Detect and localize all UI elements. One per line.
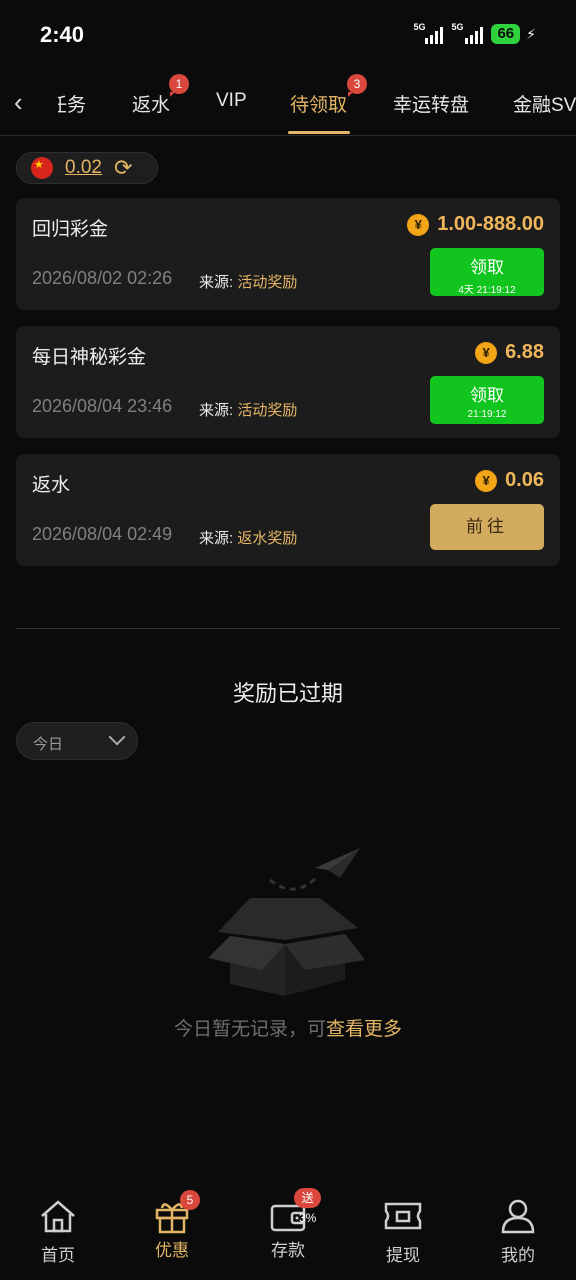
tab-lucky-wheel[interactable]: 幸运转盘 <box>393 90 469 117</box>
reward-card: 返水 ¥ 0.06 2026/08/04 02:49 来源: 返水奖励 前往 <box>16 454 560 566</box>
balance-pill: 0.02 ⟳ <box>16 152 158 184</box>
reward-date: 2026/08/04 23:46 <box>32 396 173 416</box>
expired-section-title: 奖励已过期 <box>232 681 343 706</box>
tab-rebate[interactable]: 返水 <box>132 90 170 117</box>
view-more-link[interactable]: 查看更多 <box>326 1019 402 1040</box>
claim-countdown: 21:19:12 <box>467 409 507 420</box>
home-icon <box>41 1200 75 1233</box>
tab-pending-badge: 3 <box>347 74 367 97</box>
nav-withdraw[interactable]: 提现 <box>353 1198 453 1266</box>
section-divider <box>16 628 560 629</box>
reward-title: 每日神秘彩金 <box>32 347 147 368</box>
signal-icon: 5G <box>413 22 445 44</box>
reward-title: 回归彩金 <box>32 219 109 240</box>
charging-icon: ⚡ <box>526 25 536 42</box>
withdraw-icon <box>384 1202 422 1230</box>
claim-button[interactable]: 领取 4天 21:19:12 <box>430 248 544 296</box>
promotions-badge: 5 <box>180 1190 200 1210</box>
reward-card: 回归彩金 ¥ 1.00-888.00 2026/08/02 02:26 来源: … <box>16 198 560 310</box>
user-icon <box>501 1199 535 1234</box>
go-button[interactable]: 前往 <box>430 504 544 550</box>
empty-box-illustration <box>208 848 365 996</box>
nav-promotions[interactable]: 5 优惠 <box>122 1190 222 1261</box>
nav-profile[interactable]: 我的 <box>468 1198 568 1266</box>
yen-coin-icon: ¥ <box>475 469 498 492</box>
reward-source: 来源: 返水奖励 <box>199 530 298 547</box>
reward-amount: ¥ 6.88 <box>475 341 544 364</box>
date-filter-dropdown[interactable]: 今日 <box>16 722 138 760</box>
empty-state-text: 今日暂无记录，可查看更多 <box>173 1019 403 1040</box>
signal-icon: 5G <box>451 22 485 44</box>
tab-finance[interactable]: 金融SV <box>513 90 576 117</box>
chevron-down-icon <box>108 728 126 746</box>
nav-deposit[interactable]: 送3% 存款 <box>238 1188 338 1261</box>
reward-title: 返水 <box>32 475 71 496</box>
status-time: 2:40 <box>40 22 85 47</box>
yen-coin-icon: ¥ <box>475 341 498 364</box>
reward-card: 每日神秘彩金 ¥ 6.88 2026/08/04 23:46 来源: 活动奖励 … <box>16 326 560 438</box>
tab-rebate-badge: 1 <box>169 74 189 97</box>
nav-home[interactable]: 首页 <box>8 1198 108 1266</box>
deposit-bonus-badge: 送3% <box>294 1188 322 1225</box>
status-bar: 2:40 5G 5G 66 ⚡ <box>0 0 576 72</box>
date-filter-value: 今日 <box>33 736 64 753</box>
refresh-icon[interactable]: ⟳ <box>114 157 132 179</box>
reward-source: 来源: 活动奖励 <box>199 402 298 419</box>
reward-amount: ¥ 0.06 <box>475 469 544 492</box>
china-flag-icon <box>31 157 53 179</box>
reward-date: 2026/08/04 02:49 <box>32 524 173 544</box>
back-chevron-icon[interactable]: ‹ <box>14 89 34 115</box>
tab-pending[interactable]: 待领取 <box>290 90 347 117</box>
yen-coin-icon: ¥ <box>407 213 430 236</box>
claim-countdown: 4天 21:19:12 <box>458 285 516 296</box>
reward-source: 来源: 活动奖励 <box>199 274 298 291</box>
battery-level: 66 <box>491 24 521 44</box>
tab-tasks[interactable]: 任务 <box>58 90 86 123</box>
active-tab-indicator <box>288 131 350 134</box>
status-icons: 5G 5G 66 ⚡ <box>413 22 536 44</box>
claim-button[interactable]: 领取 21:19:12 <box>430 376 544 424</box>
reward-amount: ¥ 1.00-888.00 <box>407 213 544 236</box>
bottom-nav: 首页 5 优惠 送3% 存款 提现 我的 <box>0 1186 576 1280</box>
reward-date: 2026/08/02 02:26 <box>32 268 173 288</box>
top-tabs: ‹ 任务 返水 1 VIP 待领取 3 幸运转盘 金融SV <box>0 72 576 136</box>
balance-value[interactable]: 0.02 <box>65 157 102 179</box>
tab-vip[interactable]: VIP <box>216 90 247 112</box>
